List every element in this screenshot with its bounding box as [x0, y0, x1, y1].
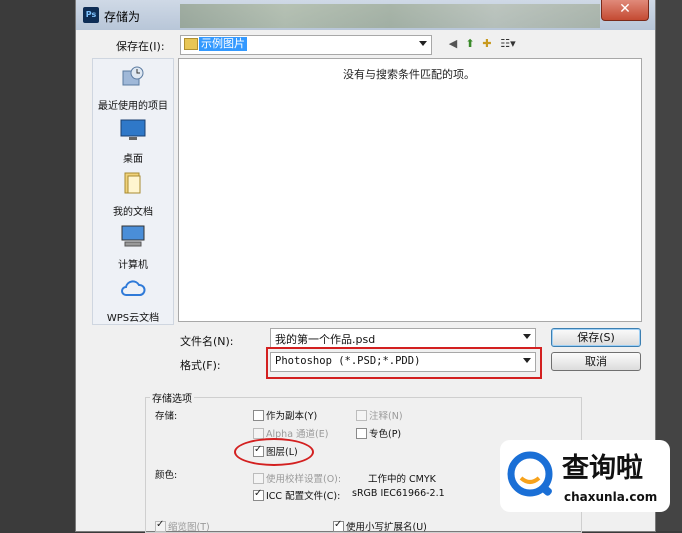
spot-label: 专色(P) — [369, 429, 402, 440]
new-folder-icon[interactable]: ✚ — [480, 37, 494, 51]
place-desktop[interactable]: 桌面 — [93, 116, 173, 165]
spot-checkbox[interactable] — [356, 428, 367, 439]
thumbnail-checkbox[interactable] — [155, 519, 166, 532]
view-menu-icon[interactable]: ☷▾ — [497, 37, 519, 51]
proof-checkbox[interactable] — [253, 473, 264, 484]
photoshop-icon: Ps — [83, 7, 99, 23]
background-left — [0, 0, 76, 531]
up-folder-icon[interactable]: ⬆ — [463, 37, 477, 51]
search-icon — [507, 451, 553, 497]
notes-checkbox[interactable] — [356, 410, 367, 421]
filename-value: 我的第一个作品.psd — [275, 333, 376, 346]
place-computer[interactable]: 计算机 — [93, 222, 173, 271]
place-recent-items[interactable]: 最近使用的项目 — [93, 63, 173, 112]
lowercase-ext-checkbox[interactable] — [333, 519, 344, 532]
title-bar-background-blur — [180, 4, 600, 28]
as-copy-checkbox[interactable] — [253, 410, 264, 421]
place-label: 计算机 — [118, 260, 148, 271]
file-list[interactable] — [178, 58, 642, 322]
place-label: 我的文档 — [113, 207, 153, 218]
save-button[interactable]: 保存(S) — [551, 328, 641, 347]
filename-label: 文件名(N): — [180, 335, 234, 348]
watermark-brand: 查询啦 — [562, 453, 643, 484]
filename-input[interactable]: 我的第一个作品.psd — [270, 328, 536, 348]
icc-value: sRGB IEC61966-2.1 — [352, 488, 445, 499]
chevron-down-icon — [523, 334, 531, 339]
recent-items-icon — [122, 66, 144, 86]
color-label: 颜色: — [155, 470, 178, 481]
cloud-icon — [121, 280, 146, 296]
storage-label: 存储: — [155, 411, 178, 422]
proof-label: 使用校样设置(O): — [266, 474, 342, 485]
format-highlight-annotation — [266, 347, 542, 379]
chevron-down-icon — [419, 41, 427, 46]
documents-icon — [124, 172, 141, 194]
close-button[interactable]: ✕ — [601, 0, 649, 21]
watermark-domain: chaxunla.com — [564, 490, 658, 504]
place-wps-cloud[interactable]: WPS云文档 — [93, 275, 173, 324]
save-options-title: 存储选项 — [150, 390, 194, 405]
as-copy-label: 作为副本(Y) — [266, 411, 318, 422]
place-label: 桌面 — [123, 154, 143, 165]
cancel-button[interactable]: 取消 — [551, 352, 641, 371]
layers-highlight-annotation — [234, 438, 314, 466]
place-label: 最近使用的项目 — [98, 101, 168, 112]
place-documents[interactable]: 我的文档 — [93, 169, 173, 218]
notes-label: 注释(N) — [369, 411, 403, 422]
places-bar: 最近使用的项目 桌面 我的文档 计算机 WPS云文档 — [92, 58, 174, 325]
watermark: 查询啦 chaxunla.com — [500, 440, 670, 512]
icc-checkbox[interactable] — [253, 488, 264, 501]
place-label: WPS云文档 — [106, 313, 160, 324]
format-label: 格式(F): — [180, 359, 221, 372]
computer-icon — [121, 225, 145, 247]
window-title: 存储为 — [104, 10, 141, 24]
save-in-label: 保存在(I): — [116, 40, 165, 53]
desktop-icon — [120, 119, 146, 140]
proof-value: 工作中的 CMYK — [368, 474, 436, 485]
folder-icon — [184, 38, 198, 50]
icc-label: ICC 配置文件(C): — [266, 491, 341, 502]
back-icon[interactable]: ◀ — [446, 37, 460, 51]
alpha-checkbox[interactable] — [253, 428, 264, 439]
empty-message: 没有与搜索条件匹配的项。 — [343, 68, 475, 81]
save-in-value: 示例图片 — [199, 37, 247, 51]
